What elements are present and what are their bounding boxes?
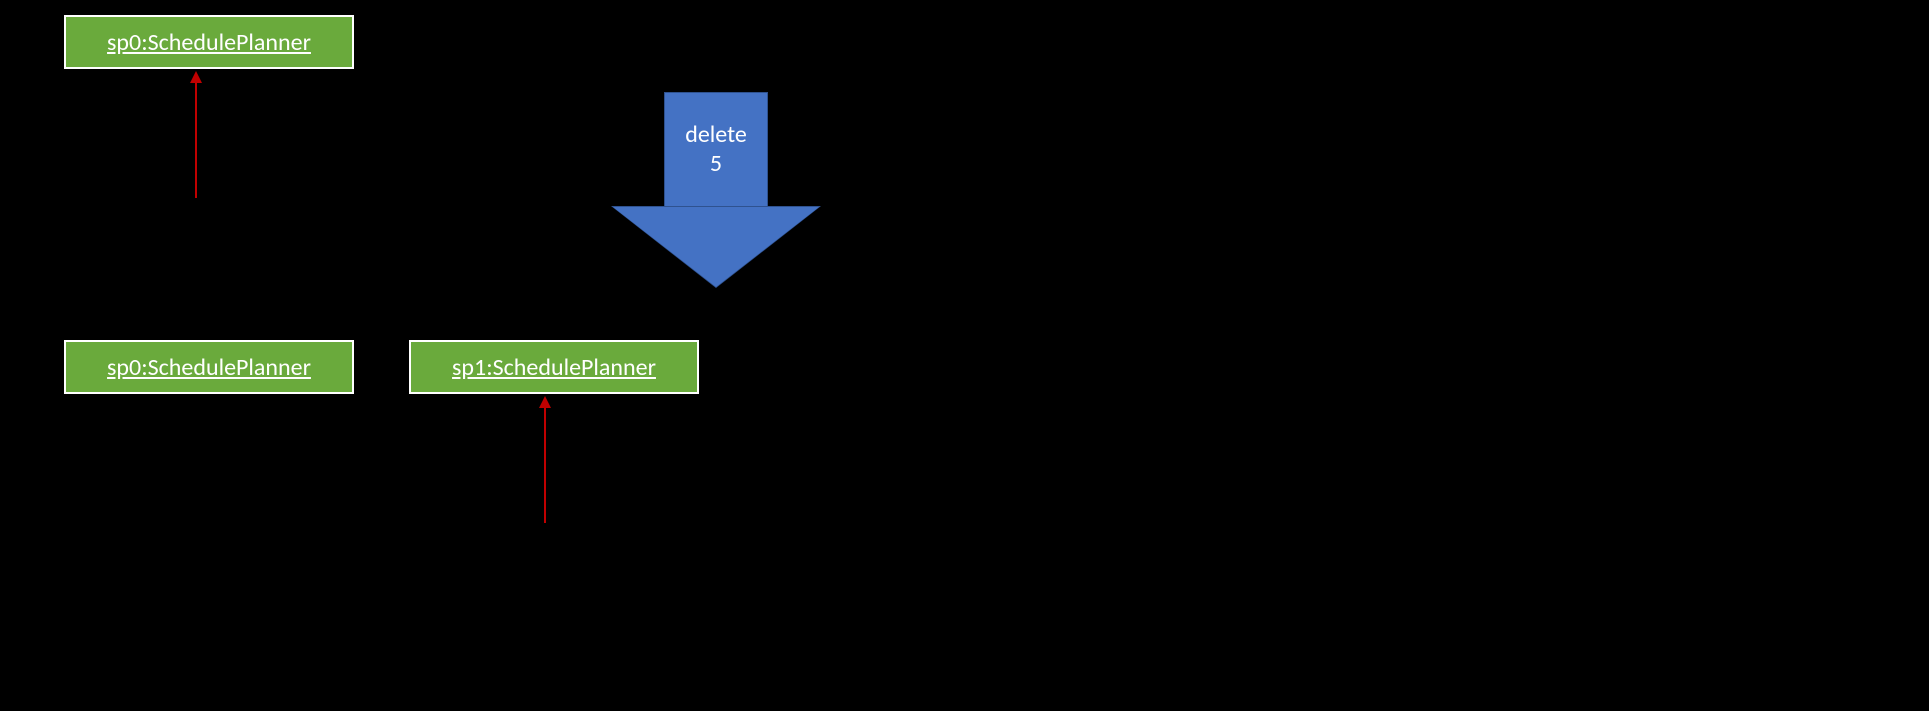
- object-sp0-bottom: sp0:SchedulePlanner: [64, 340, 354, 394]
- object-sp0-top: sp0:SchedulePlanner: [64, 15, 354, 69]
- object-sp1-bottom-label: sp1:SchedulePlanner: [452, 353, 656, 382]
- arrow-label-line1: delete: [685, 121, 747, 150]
- diagram-canvas: sp0:SchedulePlanner delete 5 sp0:Schedul…: [0, 0, 1929, 711]
- object-sp1-bottom: sp1:SchedulePlanner: [409, 340, 699, 394]
- arrow-label-line2: 5: [710, 150, 722, 179]
- object-sp0-top-label: sp0:SchedulePlanner: [107, 28, 311, 57]
- object-sp0-bottom-label: sp0:SchedulePlanner: [107, 353, 311, 382]
- transition-arrow: delete 5: [612, 92, 820, 287]
